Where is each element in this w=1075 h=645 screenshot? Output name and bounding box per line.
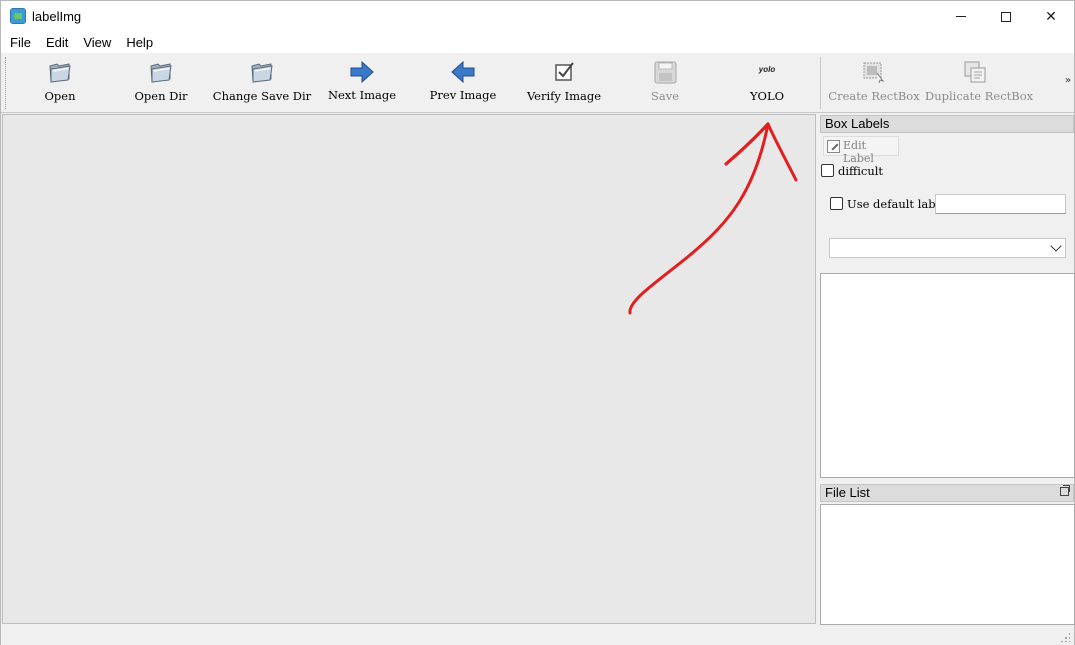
dock-float-icon[interactable] <box>1060 485 1070 496</box>
title-bar: labelImg ✕ <box>1 1 1074 32</box>
duplicate-rectbox-button[interactable]: Duplicate RectBox <box>925 55 1034 111</box>
chevron-down-icon <box>1050 240 1062 252</box>
save-icon <box>654 61 677 84</box>
open-dir-label: Open Dir <box>134 89 188 103</box>
open-button[interactable]: Open <box>10 55 110 111</box>
menu-help[interactable]: Help <box>118 32 160 53</box>
open-dir-button[interactable]: Open Dir <box>111 55 211 111</box>
difficult-label: difficult <box>838 164 884 178</box>
arrow-right-icon <box>350 60 374 84</box>
folder-open-icon <box>251 63 273 83</box>
menu-file[interactable]: File <box>2 32 38 53</box>
label-combo-box[interactable] <box>829 238 1066 258</box>
prev-image-label: Prev Image <box>429 88 497 102</box>
default-label-input[interactable] <box>935 194 1066 214</box>
file-list-title-text: File List <box>825 485 870 500</box>
checkbox-check-icon <box>555 62 574 81</box>
folder-open-icon <box>150 63 172 83</box>
verify-image-label: Verify Image <box>526 89 602 103</box>
open-label: Open <box>44 89 76 103</box>
create-rectbox-button[interactable]: Create RectBox <box>824 55 924 111</box>
folder-open-icon <box>49 63 71 83</box>
window-title: labelImg <box>32 9 82 24</box>
menu-edit[interactable]: Edit <box>38 32 75 53</box>
change-save-dir-button[interactable]: Change Save Dir <box>212 55 312 111</box>
maximize-button[interactable] <box>983 1 1029 32</box>
yolo-label: YOLO <box>749 89 785 103</box>
save-button[interactable]: Save <box>615 55 715 111</box>
prev-image-button[interactable]: Prev Image <box>413 55 513 111</box>
edit-label-button[interactable]: Edit Label <box>823 136 899 165</box>
label-list[interactable] <box>820 273 1075 478</box>
next-image-button[interactable]: Next Image <box>312 55 412 111</box>
toolbar-grip-handle[interactable] <box>5 57 8 109</box>
next-image-label: Next Image <box>327 88 397 102</box>
yolo-icon: yolo <box>758 65 776 74</box>
save-label: Save <box>650 89 680 103</box>
pencil-icon <box>827 140 840 153</box>
app-icon <box>10 8 26 24</box>
verify-image-button[interactable]: Verify Image <box>514 55 614 111</box>
duplicate-rectbox-icon <box>964 61 986 83</box>
file-list-title: File List <box>820 484 1074 502</box>
use-default-label-checkbox[interactable] <box>830 197 843 210</box>
resize-grip-icon[interactable] <box>1060 632 1070 642</box>
arrow-left-icon <box>451 60 475 84</box>
yolo-icon-text: yolo <box>758 65 776 74</box>
minimize-icon <box>956 16 966 17</box>
image-canvas[interactable] <box>2 114 816 624</box>
toolbar-separator <box>820 57 821 109</box>
create-rectbox-icon <box>863 62 885 84</box>
close-button[interactable]: ✕ <box>1028 1 1074 32</box>
edit-label-text: Edit Label <box>843 139 874 165</box>
minimize-button[interactable] <box>938 1 984 32</box>
create-rectbox-label: Create RectBox <box>828 89 920 103</box>
close-icon: ✕ <box>1045 8 1057 25</box>
toolbar: Open Open Dir Change Save Dir Next Image <box>1 53 1074 113</box>
yolo-format-button[interactable]: yolo YOLO <box>717 55 817 111</box>
status-bar <box>1 625 1074 645</box>
use-default-label-text: Use default label <box>847 197 947 211</box>
difficult-checkbox[interactable] <box>821 164 834 177</box>
file-list[interactable] <box>820 504 1075 625</box>
box-labels-title: Box Labels <box>820 115 1074 133</box>
duplicate-rectbox-label: Duplicate RectBox <box>925 89 1034 103</box>
change-save-dir-label: Change Save Dir <box>212 89 312 103</box>
maximize-icon <box>1001 11 1011 22</box>
menu-view[interactable]: View <box>75 32 118 53</box>
menu-bar: File Edit View Help <box>1 32 1074 53</box>
toolbar-overflow-button[interactable]: » <box>1065 75 1071 86</box>
labelimg-window: labelImg ✕ File Edit View Help Open Open… <box>0 0 1075 645</box>
